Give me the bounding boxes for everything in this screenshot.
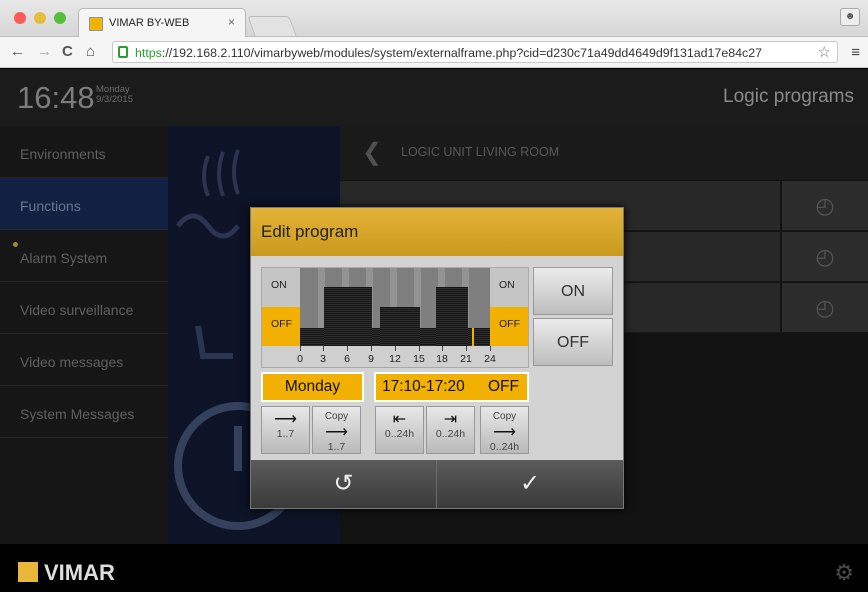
vimar-favicon-icon xyxy=(89,17,103,31)
hour-tick: 18 xyxy=(436,353,448,365)
daily-program-graph[interactable]: ON OFF ON OFF 0 3 6 9 12 15 18 21 24 xyxy=(261,267,529,368)
browser-toolbar: ← → C ⌂ https://192.168.2.110/vimarbyweb… xyxy=(0,37,868,68)
interval-time: 17:10-17:20 xyxy=(382,378,465,395)
tab-close-icon[interactable]: × xyxy=(228,15,235,29)
hour-tick: 12 xyxy=(389,353,401,365)
sidebar-item-video-messages[interactable]: Video messages xyxy=(0,334,168,386)
program-bars[interactable] xyxy=(300,268,490,346)
profile-icon[interactable]: ☻ xyxy=(840,8,860,26)
url-text: https://192.168.2.110/vimarbyweb/modules… xyxy=(135,46,762,60)
hour-tick: 15 xyxy=(413,353,425,365)
window-minimize-button[interactable] xyxy=(34,12,46,24)
edit-program-icon[interactable]: ◴ xyxy=(782,232,868,282)
tab-title: VIMAR BY-WEB xyxy=(109,17,190,29)
confirm-button[interactable]: ✓ xyxy=(437,460,623,508)
panel-title: LOGIC UNIT LIVING ROOM xyxy=(401,145,560,159)
sidebar-item-video-surveillance[interactable]: Video surveillance xyxy=(0,282,168,334)
copy-day-button[interactable]: Copy ⟶ 1..7 xyxy=(312,406,361,454)
hour-tick: 9 xyxy=(368,353,374,365)
dialog-footer: ↺ ✓ xyxy=(251,460,623,508)
graph-on-label: ON xyxy=(262,268,300,307)
clock-time: 16:48 xyxy=(17,80,95,115)
hour-tick: 24 xyxy=(484,353,496,365)
edit-program-icon[interactable]: ◴ xyxy=(782,283,868,333)
reload-icon[interactable]: C xyxy=(62,43,73,60)
prev-interval-button[interactable]: ⇤ 0..24h xyxy=(375,406,424,454)
sidebar-item-alarm-system[interactable]: Alarm System xyxy=(0,230,168,282)
window-close-button[interactable] xyxy=(14,12,26,24)
dialog-title: Edit program xyxy=(251,208,623,256)
checkmark-icon: ✓ xyxy=(519,470,541,497)
sidebar-item-environments[interactable]: Environments xyxy=(0,126,168,178)
page-title: Logic programs xyxy=(723,86,854,107)
vimar-logo-icon xyxy=(18,562,38,582)
graph-off-label: OFF xyxy=(490,307,528,346)
edit-program-icon[interactable]: ◴ xyxy=(782,181,868,231)
clock-date: Monday 9/3/2015 xyxy=(96,84,133,105)
interval-selector[interactable]: 17:10-17:20 OFF xyxy=(374,372,529,402)
next-day-button[interactable]: ⟶ 1..7 xyxy=(261,406,310,454)
home-icon[interactable]: ⌂ xyxy=(86,43,95,60)
interval-right-icon: ⇥ xyxy=(443,411,458,428)
back-arrow-icon[interactable]: ← xyxy=(10,43,25,60)
day-selector[interactable]: Monday xyxy=(261,372,364,402)
return-arrow-icon: ↺ xyxy=(333,470,354,497)
next-interval-button[interactable]: ⇥ 0..24h xyxy=(426,406,475,454)
new-tab-button[interactable] xyxy=(247,16,297,36)
forward-arrow-icon[interactable]: → xyxy=(37,43,52,60)
status-dot xyxy=(13,242,18,247)
back-button[interactable]: ↺ xyxy=(251,460,437,508)
hour-tick: 6 xyxy=(344,353,350,365)
copy-interval-icon: ⟶ xyxy=(493,424,516,441)
lock-icon xyxy=(118,46,128,58)
browser-menu-icon[interactable]: ≡ xyxy=(851,44,860,61)
sidebar-item-functions[interactable]: Functions xyxy=(0,178,168,230)
graph-left-labels: ON OFF xyxy=(262,268,300,346)
vimar-logo: VIMAR xyxy=(18,560,115,586)
back-chevron-icon[interactable]: ❮ xyxy=(362,138,382,167)
current-time-marker xyxy=(472,328,474,346)
copy-arrow-icon: ⟶ xyxy=(325,424,348,441)
copy-interval-button[interactable]: Copy ⟶ 0..24h xyxy=(480,406,529,454)
arrow-right-icon: ⟶ xyxy=(274,411,297,428)
hour-tick: 0 xyxy=(297,353,303,365)
edit-program-dialog: Edit program ON OFF ON OFF 0 3 6 9 12 15… xyxy=(250,207,624,509)
browser-tab-bar: VIMAR BY-WEB × ☻ xyxy=(0,0,868,38)
settings-gear-icon[interactable]: ⚙ xyxy=(834,560,854,586)
browser-tab[interactable]: VIMAR BY-WEB × xyxy=(78,8,246,38)
graph-on-label: ON xyxy=(490,268,528,307)
interval-state: OFF xyxy=(488,378,519,395)
footer-bar xyxy=(0,544,868,592)
sidebar: Environments Functions Alarm System Vide… xyxy=(0,126,168,544)
hour-tick: 3 xyxy=(320,353,326,365)
graph-right-labels: ON OFF xyxy=(490,268,528,346)
graph-off-label: OFF xyxy=(262,307,300,346)
sidebar-item-system-messages[interactable]: System Messages xyxy=(0,386,168,438)
bookmark-star-icon[interactable]: ☆ xyxy=(818,43,831,61)
set-off-button[interactable]: OFF xyxy=(533,318,613,366)
interval-left-icon: ⇤ xyxy=(392,411,407,428)
set-on-button[interactable]: ON xyxy=(533,267,613,315)
hour-tick: 21 xyxy=(460,353,472,365)
address-bar[interactable]: https://192.168.2.110/vimarbyweb/modules… xyxy=(112,41,838,63)
window-maximize-button[interactable] xyxy=(54,12,66,24)
graph-hour-axis: 0 3 6 9 12 15 18 21 24 xyxy=(262,346,528,367)
